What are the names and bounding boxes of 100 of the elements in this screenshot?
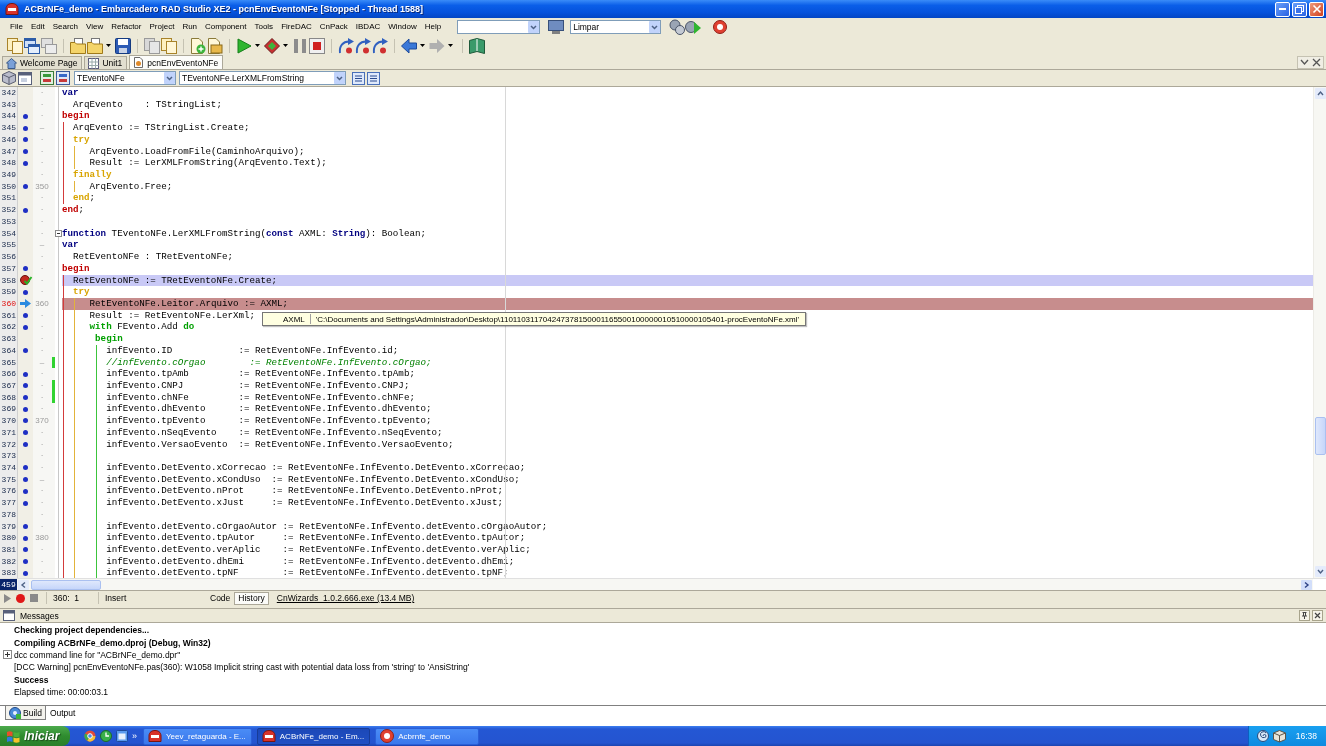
stack-icon[interactable] <box>40 71 54 85</box>
scroll-up-icon[interactable] <box>1314 88 1326 99</box>
restore-button[interactable] <box>1292 1 1307 17</box>
menu-item[interactable]: IBDAC <box>351 20 385 34</box>
scroll-down-icon[interactable] <box>1314 566 1326 577</box>
play-icon[interactable] <box>236 37 252 54</box>
chevron-down-icon[interactable] <box>1300 57 1309 67</box>
scroll-left-icon[interactable] <box>18 579 29 590</box>
cube-icon[interactable] <box>2 71 16 85</box>
document-folder-icon[interactable] <box>207 37 223 54</box>
menu-item[interactable]: FireDAC <box>277 20 316 34</box>
list-icon[interactable] <box>367 71 380 85</box>
menu-item[interactable]: Project <box>145 20 179 34</box>
dropdown-field[interactable] <box>457 20 541 34</box>
caret-icon[interactable] <box>106 44 111 47</box>
scroll-right-icon[interactable] <box>1301 579 1312 590</box>
caret-icon[interactable] <box>448 44 453 47</box>
overflow-chevron[interactable]: » <box>132 731 137 741</box>
circle-icon[interactable] <box>84 730 96 742</box>
line-number: 373 <box>0 450 17 462</box>
minimize-button[interactable] <box>1275 1 1290 17</box>
document-tab[interactable]: Welcome Page <box>2 56 83 69</box>
menu-item[interactable]: Edit <box>26 20 49 34</box>
message-line: Elapsed time: 00:00:03.1 <box>14 687 109 698</box>
menu-item[interactable]: Help <box>420 20 446 34</box>
windows-icon[interactable] <box>24 37 40 54</box>
caret-icon[interactable] <box>420 44 425 47</box>
horizontal-scrollbar[interactable] <box>17 579 1313 590</box>
book-icon[interactable] <box>469 37 485 54</box>
folder-icon[interactable] <box>87 37 103 54</box>
stacked-pages-icon[interactable] <box>161 37 177 54</box>
collapse-icon[interactable] <box>55 230 62 237</box>
box-icon[interactable] <box>1272 730 1286 742</box>
code-line: infEvento.detEvento.verAplic := RetEventoNFe.InfEvento.detEvento.verAplic; <box>106 544 531 556</box>
dot-icon <box>23 500 28 506</box>
taskbar-button[interactable]: ACBrNFe_demo - Em... <box>256 727 371 745</box>
panel-tab[interactable]: Build <box>5 706 46 720</box>
circles-icon[interactable] <box>669 19 686 35</box>
ring-icon[interactable] <box>713 20 728 34</box>
pin-icon[interactable] <box>1299 610 1310 621</box>
menu-item[interactable]: CnPack <box>315 20 352 34</box>
document-tab[interactable]: pcnEnvEventoNFe <box>129 55 224 69</box>
menu-item[interactable]: View <box>82 20 108 34</box>
menu-item[interactable]: Component <box>201 20 251 34</box>
vertical-scrollbar[interactable] <box>1313 87 1326 578</box>
folder-icon[interactable] <box>70 37 86 54</box>
taskbar-button[interactable]: Acbrnfe_demo <box>375 727 480 745</box>
taskbar-button[interactable]: Yeev_retaguarda - E... <box>143 727 252 745</box>
start-button[interactable]: Iniciar <box>0 726 70 746</box>
scrollbar-thumb[interactable] <box>1314 417 1326 455</box>
stacked-pages-icon[interactable] <box>7 37 23 54</box>
step-arrow-icon[interactable] <box>355 37 371 54</box>
step-arrow-icon[interactable] <box>372 37 388 54</box>
back-arrow-icon[interactable] <box>401 37 417 54</box>
stack-icon[interactable] <box>56 71 70 85</box>
helmet-icon <box>5 3 19 15</box>
menu-item[interactable]: Run <box>178 20 202 34</box>
record-icon[interactable] <box>16 593 25 603</box>
code-line: infEvento.tpAmb := RetEventoNFe.InfEvento.tpAmb; <box>106 368 415 380</box>
view-tab[interactable]: Code <box>206 591 235 605</box>
scrollbar-thumb[interactable] <box>31 579 101 590</box>
breakpoint-check-icon[interactable] <box>19 275 32 286</box>
diamond-icon[interactable] <box>264 37 280 54</box>
menu-item[interactable]: File <box>6 20 27 34</box>
window-icon[interactable] <box>18 71 32 85</box>
clock-icon[interactable] <box>100 730 112 742</box>
gutter-tick: – <box>39 123 45 133</box>
method-combo[interactable]: TEventoNFe.LerXMLFromString <box>179 71 346 85</box>
monitor-icon[interactable] <box>548 20 565 34</box>
circle-play-icon[interactable] <box>685 19 702 35</box>
close-icon[interactable] <box>1312 57 1321 67</box>
document-tab[interactable]: Unit1 <box>84 56 128 69</box>
stop-icon[interactable] <box>309 37 325 54</box>
caret-icon[interactable] <box>283 44 288 47</box>
code-line: infEvento.ID := RetEventoNFe.InfEvento.id; <box>106 344 399 356</box>
menu-item[interactable]: Search <box>48 20 83 34</box>
dot-icon <box>23 383 28 389</box>
caret-icon[interactable] <box>255 44 260 47</box>
menu-item[interactable]: Refactor <box>107 20 146 34</box>
play-icon[interactable] <box>4 593 11 603</box>
expand-icon[interactable] <box>3 650 12 660</box>
panel-tab[interactable]: Output <box>45 706 80 720</box>
close-icon[interactable] <box>1312 610 1323 621</box>
code-line: try <box>73 133 90 145</box>
close-button[interactable] <box>1309 1 1324 17</box>
download-link[interactable]: CnWizards_1.0.2.666.exe (13.4 MB) <box>276 593 415 603</box>
view-tab[interactable]: History <box>234 591 269 605</box>
spiral-icon[interactable] <box>1256 730 1269 742</box>
step-arrow-icon[interactable] <box>338 37 354 54</box>
code-editor[interactable] <box>0 87 1313 578</box>
menu-item[interactable]: Tools <box>250 20 278 34</box>
line-number: 350 <box>0 180 17 193</box>
document-plus-icon[interactable] <box>190 37 206 54</box>
gutter-tick: · <box>40 486 44 496</box>
window-icon[interactable] <box>116 730 128 742</box>
line-number: 372 <box>0 438 17 451</box>
list-icon[interactable] <box>352 71 365 85</box>
layout-combo[interactable]: Limpar <box>570 20 662 34</box>
menu-item[interactable]: Window <box>384 20 421 34</box>
class-combo[interactable]: TEventoNFe <box>74 71 176 85</box>
